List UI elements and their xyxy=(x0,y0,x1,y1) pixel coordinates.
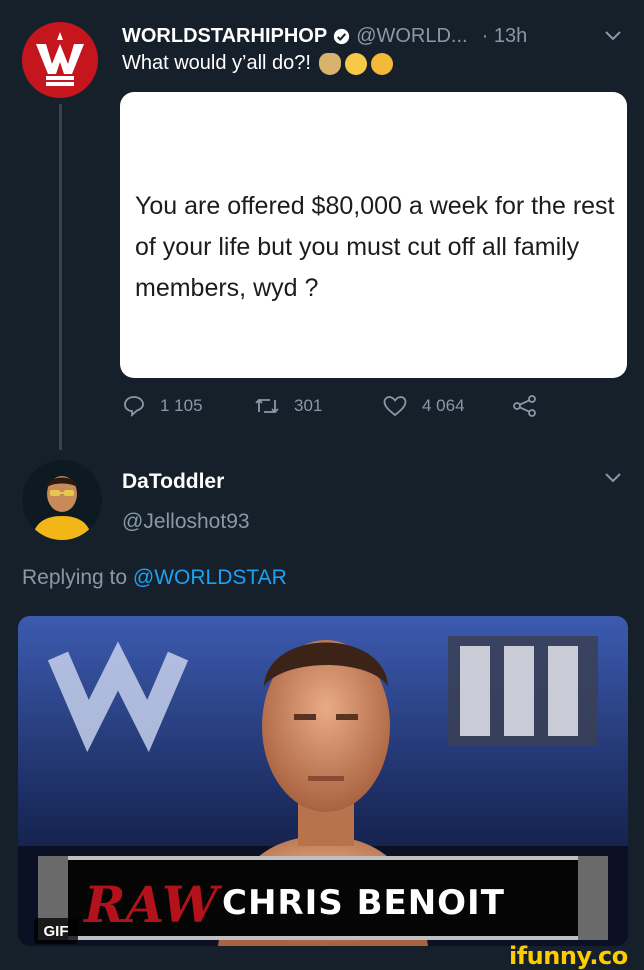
replying-to: Replying to @WORLDSTAR xyxy=(22,566,287,590)
tweet-actions: 1 105 301 4 064 xyxy=(120,394,560,428)
avatar-portrait xyxy=(22,460,102,540)
datoddler-avatar[interactable] xyxy=(22,460,102,540)
reply-count: 1 105 xyxy=(160,396,203,415)
thinking-face-icon xyxy=(370,52,393,75)
worldstar-logo-icon xyxy=(36,32,84,86)
share-button[interactable] xyxy=(512,394,552,418)
gif-caption: CHRIS BENOIT xyxy=(222,883,505,923)
author-name[interactable]: WORLDSTARHIPHOP xyxy=(122,25,327,48)
replying-prefix: Replying to xyxy=(22,566,128,589)
tweet-time[interactable]: · 13h xyxy=(482,25,528,48)
gif-badge: GIF xyxy=(34,918,78,944)
like-count: 4 064 xyxy=(422,396,465,415)
author-handle[interactable]: @WORLD... xyxy=(356,25,467,48)
reply-chevron-down-icon[interactable] xyxy=(604,472,622,484)
reply-author-name[interactable]: DaToddler xyxy=(122,470,224,494)
ifunny-watermark: ifunny.co xyxy=(509,942,628,970)
reply-icon xyxy=(124,396,144,418)
share-icon xyxy=(513,395,536,417)
retweet-count: 301 xyxy=(294,396,323,415)
tweet-text: What would y’all do?! xyxy=(122,52,393,75)
retweet-icon xyxy=(255,398,279,414)
reply-button[interactable]: 1 105 xyxy=(122,394,203,418)
retweet-button[interactable]: 301 xyxy=(254,394,322,418)
tweet-header: WORLDSTARHIPHOP @WORLD... · 13h xyxy=(122,18,527,54)
reply-author-handle[interactable]: @Jelloshot93 xyxy=(122,510,250,534)
thread-line xyxy=(59,104,62,450)
tweet-body: What would y’all do?! xyxy=(122,52,311,74)
raw-logo-text: RAW xyxy=(84,875,219,934)
money-bag-icon xyxy=(318,52,341,75)
chevron-down-icon[interactable] xyxy=(604,30,622,42)
like-button[interactable]: 4 064 xyxy=(382,394,465,418)
flushed-face-icon xyxy=(344,52,367,75)
worldstar-avatar[interactable] xyxy=(22,22,98,98)
verified-badge-icon xyxy=(334,28,350,44)
heart-icon xyxy=(383,396,407,417)
replying-mention[interactable]: @WORLDSTAR xyxy=(133,566,287,589)
quote-text: You are offered $80,000 a week for the r… xyxy=(135,192,615,302)
